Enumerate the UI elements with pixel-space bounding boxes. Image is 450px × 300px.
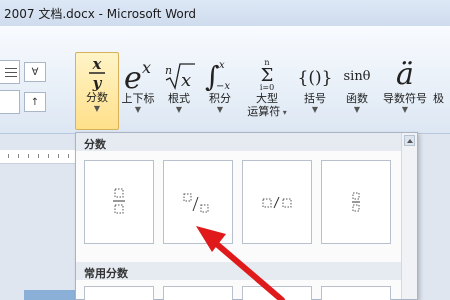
skewed-fraction-tile[interactable] bbox=[163, 160, 233, 244]
bracket-icon: {()} bbox=[297, 68, 333, 88]
chevron-down-icon: ▼ bbox=[353, 105, 361, 114]
integral-label: 积分 bbox=[209, 92, 231, 105]
sigma-icon: n Σ i=0 bbox=[244, 54, 290, 92]
function-icon: sinθ bbox=[343, 69, 371, 84]
limit-button[interactable]: 极 bbox=[432, 54, 450, 126]
svg-text:e: e bbox=[124, 61, 142, 92]
accent-button[interactable]: ä 导数符号 ▼ bbox=[378, 54, 432, 126]
small-fraction-icon bbox=[352, 192, 360, 212]
svg-text:x: x bbox=[181, 70, 191, 91]
ribbon: ∀ ↑ x y 分数 ▼ e x 上下标 ▼ n x 根式 ▼ ∫ x −x 积… bbox=[0, 26, 450, 134]
accent-icon: ä bbox=[396, 57, 414, 92]
title-bar: 2007 文档.docx - Microsoft Word bbox=[0, 0, 450, 26]
ruler bbox=[0, 150, 78, 164]
svg-text:y: y bbox=[92, 74, 103, 91]
chevron-down-icon: ▼ bbox=[93, 104, 101, 113]
stacked-fraction-tile[interactable] bbox=[84, 160, 154, 244]
up-arrow-symbol-button[interactable]: ↑ bbox=[24, 92, 46, 112]
skewed-fraction-icon bbox=[183, 193, 209, 213]
script-icon: e x bbox=[118, 54, 158, 92]
linear-fraction-icon bbox=[262, 196, 292, 209]
common-fraction-tile[interactable] bbox=[321, 286, 391, 300]
integral-icon: ∫ x −x bbox=[200, 54, 240, 92]
radical-button[interactable]: n x 根式 ▼ bbox=[160, 54, 198, 126]
svg-text:n: n bbox=[165, 64, 172, 77]
fraction-gallery: 分数 常用分数 bbox=[75, 132, 418, 300]
svg-text:x: x bbox=[92, 55, 103, 73]
linear-fraction-tile[interactable] bbox=[242, 160, 312, 244]
window-title: 2007 文档.docx - Microsoft Word bbox=[4, 7, 197, 21]
chevron-down-icon: ▼ bbox=[175, 105, 183, 114]
gallery-scrollbar[interactable] bbox=[401, 133, 417, 299]
section-title-fraction: 分数 bbox=[76, 133, 417, 151]
small-fraction-tile[interactable] bbox=[321, 160, 391, 244]
chevron-down-icon: ▼ bbox=[134, 105, 142, 114]
limit-label: 极 bbox=[433, 92, 444, 105]
chevron-down-icon: ▼ bbox=[311, 105, 319, 114]
limit-icon bbox=[432, 54, 450, 92]
large-operator-label: 大型 bbox=[256, 92, 278, 105]
stacked-fraction-icon bbox=[113, 188, 125, 214]
svg-text:i=0: i=0 bbox=[260, 83, 274, 92]
bracket-label: 括号 bbox=[304, 92, 326, 105]
bracket-button[interactable]: {()} 括号 ▼ bbox=[294, 54, 336, 126]
align-group-control[interactable] bbox=[0, 60, 20, 84]
fraction-label: 分数 bbox=[86, 91, 108, 104]
page-edge bbox=[24, 290, 78, 300]
matrix-group-control[interactable] bbox=[0, 90, 20, 114]
section-title-common-fractions: 常用分数 bbox=[76, 262, 417, 280]
script-label: 上下标 bbox=[121, 92, 155, 105]
chevron-down-icon: ▾ bbox=[280, 108, 287, 117]
svg-text:−x: −x bbox=[216, 81, 230, 92]
radical-icon: n x bbox=[160, 54, 198, 92]
common-fraction-tile[interactable] bbox=[242, 286, 312, 300]
large-operator-label-2: 运算符 ▾ bbox=[247, 105, 287, 118]
function-button[interactable]: sinθ 函数 ▼ bbox=[336, 54, 378, 126]
scroll-up-arrow-icon[interactable] bbox=[404, 135, 415, 146]
fraction-icon: x y bbox=[76, 53, 118, 91]
accent-label: 导数符号 bbox=[383, 92, 427, 105]
fraction-button[interactable]: x y 分数 ▼ bbox=[75, 52, 119, 130]
chevron-down-icon: ▼ bbox=[216, 105, 224, 114]
common-fraction-tile[interactable] bbox=[84, 286, 154, 300]
forall-symbol-button[interactable]: ∀ bbox=[24, 62, 46, 82]
radical-label: 根式 bbox=[168, 92, 190, 105]
script-button[interactable]: e x 上下标 ▼ bbox=[118, 54, 158, 126]
svg-text:x: x bbox=[142, 58, 151, 77]
svg-text:x: x bbox=[219, 60, 225, 71]
chevron-down-icon: ▼ bbox=[401, 105, 409, 114]
large-operator-button[interactable]: n Σ i=0 大型 运算符 ▾ bbox=[244, 54, 290, 126]
common-fraction-tile[interactable] bbox=[163, 286, 233, 300]
integral-button[interactable]: ∫ x −x 积分 ▼ bbox=[200, 54, 240, 126]
function-label: 函数 bbox=[346, 92, 368, 105]
